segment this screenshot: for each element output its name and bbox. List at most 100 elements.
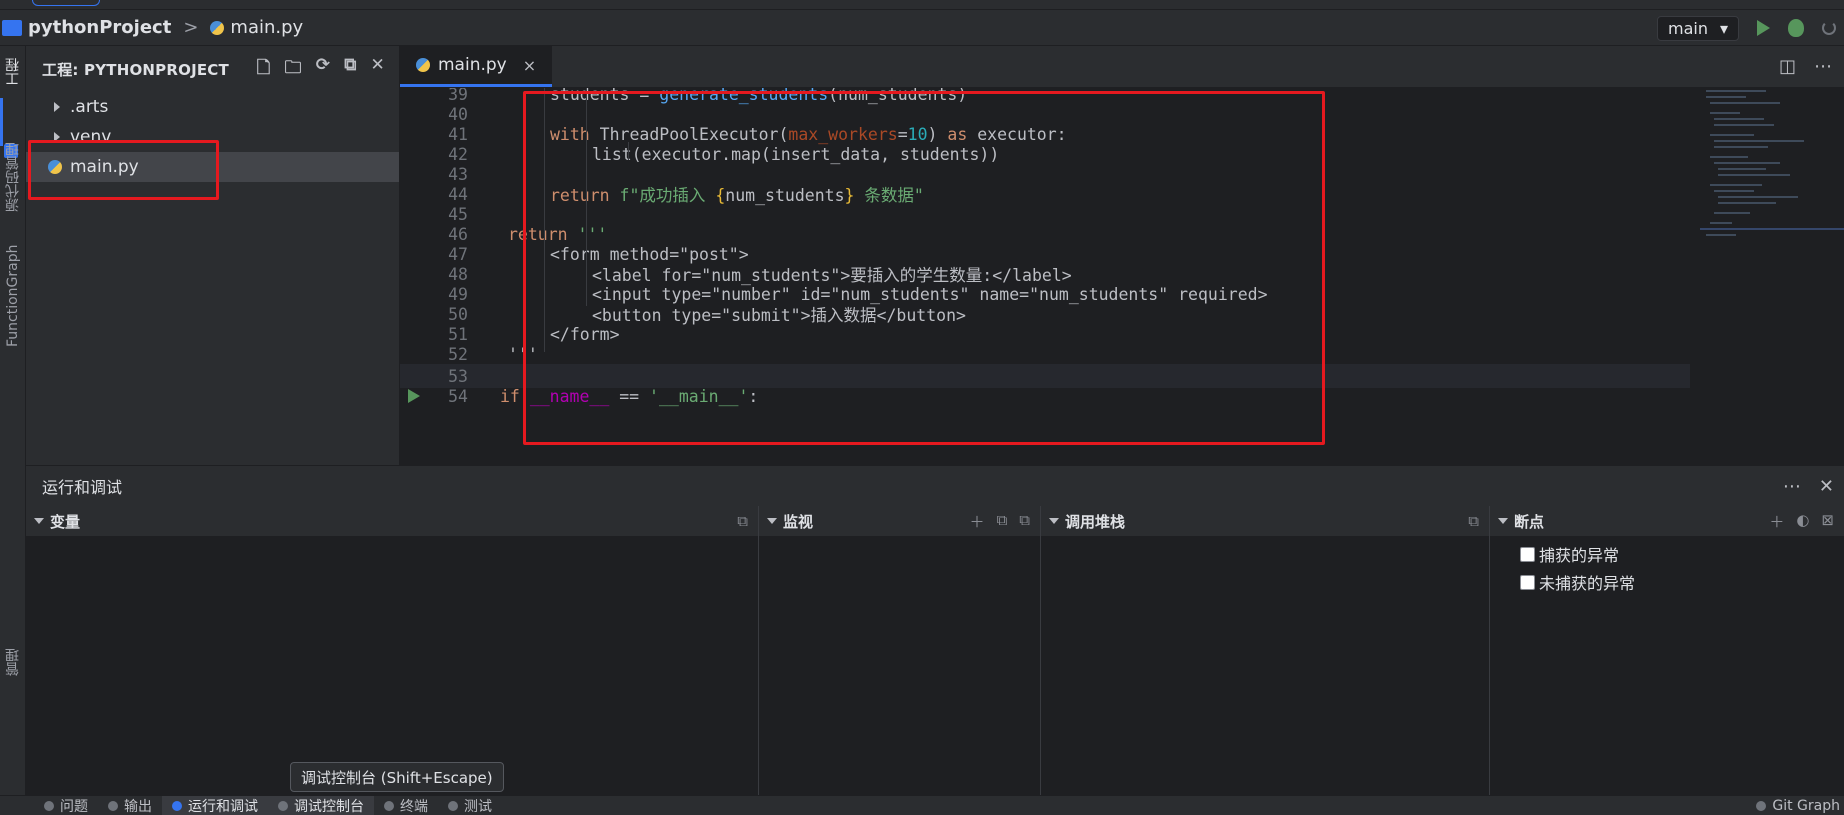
line-number: 46: [448, 224, 468, 244]
run-controls: main ▾: [1656, 10, 1844, 46]
activity-tab-vcs[interactable]: 源代码管理: [0, 122, 26, 232]
bottom-tab-run-debug[interactable]: 运行和调试: [162, 795, 268, 815]
debug-icon: [172, 800, 182, 811]
watch-pane: 监视 ＋ ⧉ ⧉: [759, 506, 1041, 796]
remove-all-icon[interactable]: ⊠: [1821, 511, 1834, 532]
git-graph-button[interactable]: Git Graph: [1756, 796, 1844, 815]
pane-title: 监视: [783, 512, 814, 531]
terminal-icon: [384, 800, 394, 811]
output-icon: [108, 800, 118, 811]
refresh-icon[interactable]: ⧉: [997, 511, 1008, 532]
bottom-tab-debug-console[interactable]: 调试控制台: [268, 795, 374, 815]
collapse-all-icon[interactable]: ⧉: [737, 512, 748, 530]
git-graph-icon: [1756, 801, 1767, 811]
pane-title: 断点: [1514, 512, 1545, 531]
activity-tab-project[interactable]: 工程: [0, 50, 26, 94]
breadcrumb-project[interactable]: pythonProject: [28, 17, 171, 38]
collapse-all-icon[interactable]: ⧉: [1019, 511, 1030, 532]
more-actions-icon[interactable]: ⋯: [1783, 476, 1801, 497]
code-text: return ''': [508, 224, 608, 244]
tree-item-arts[interactable]: .arts: [26, 92, 399, 122]
line-number: 43: [448, 164, 468, 184]
close-icon[interactable]: ✕: [1819, 476, 1834, 497]
breakpoints-header[interactable]: 断点 ＋ ◐ ⊠: [1490, 506, 1844, 536]
line-number: 49: [448, 284, 468, 304]
bottom-tab-label: 终端: [400, 798, 428, 815]
line-number: 44: [448, 184, 468, 204]
chevron-down-icon: [34, 518, 44, 524]
run-icon[interactable]: [1757, 20, 1770, 36]
breadcrumb-bar: pythonProject > main.py main ▾: [0, 10, 1844, 46]
close-icon[interactable]: ✕: [371, 55, 385, 84]
python-file-icon: [48, 160, 62, 174]
more-actions-icon[interactable]: ⋯: [1814, 56, 1832, 77]
bottom-tab-test[interactable]: 测试: [438, 796, 502, 815]
chevron-right-icon: [54, 132, 60, 142]
tab-close-icon[interactable]: ×: [523, 56, 536, 75]
add-icon[interactable]: ＋: [970, 511, 985, 532]
reload-icon[interactable]: [1822, 21, 1836, 35]
refresh-icon[interactable]: ⟳: [316, 55, 330, 84]
code-text: ''': [508, 344, 538, 364]
tree-item-venv[interactable]: venv: [26, 122, 399, 152]
run-gutter-icon[interactable]: [408, 389, 420, 403]
checkbox[interactable]: [1520, 546, 1535, 562]
tab-label: main.py: [438, 55, 507, 75]
add-icon[interactable]: ＋: [1769, 511, 1784, 532]
watch-header[interactable]: 监视 ＋ ⧉ ⧉: [759, 506, 1040, 536]
line-number: 51: [448, 324, 468, 344]
variables-header[interactable]: 变量 ⧉: [26, 506, 758, 536]
run-config-select[interactable]: main ▾: [1656, 15, 1739, 41]
top-tab-indicator[interactable]: [32, 0, 100, 6]
tab-main-py[interactable]: main.py ×: [400, 46, 553, 87]
new-file-icon[interactable]: 🗋: [257, 55, 271, 84]
editor-actions: ◫ ⋯: [1779, 46, 1844, 87]
git-graph-label: Git Graph: [1772, 798, 1840, 814]
line-number: 52: [448, 344, 468, 364]
problems-icon: [44, 800, 54, 811]
tree-item-label: main.py: [70, 157, 139, 177]
activity-tab-manage[interactable]: 管理: [0, 640, 26, 684]
bottom-tab-problems[interactable]: 问题: [34, 796, 98, 815]
breakpoint-uncaught-exceptions[interactable]: 未捕获的异常: [1490, 568, 1844, 596]
collapse-all-icon[interactable]: ⧉: [344, 55, 356, 84]
run-debug-panel: 运行和调试 ⋯ ✕ 变量 ⧉ 监视 ＋ ⧉ ⧉ 调用堆栈 ⧉ 断点 ＋ ◐ ⊠ 捕获的异常 未捕…: [26, 465, 1844, 796]
code-text: <form method="post">: [550, 244, 749, 264]
python-file-icon: [210, 20, 225, 35]
line-number: 45: [448, 204, 468, 224]
breakpoints-pane: 断点 ＋ ◐ ⊠ 捕获的异常 未捕获的异常: [1490, 506, 1844, 796]
minimap[interactable]: [1700, 88, 1844, 465]
bottom-tab-output[interactable]: 输出: [98, 796, 162, 815]
code-area[interactable]: 39 students = generate_students(num_stude…: [400, 88, 1690, 465]
tree-item-main-py[interactable]: main.py: [26, 152, 399, 182]
bottom-tab-terminal[interactable]: 终端: [374, 796, 438, 815]
chevron-down-icon: [1049, 518, 1059, 524]
call-stack-header[interactable]: 调用堆栈 ⧉: [1041, 506, 1489, 536]
bottom-tab-label: 输出: [124, 798, 152, 815]
split-editor-icon[interactable]: ◫: [1779, 56, 1796, 77]
breadcrumb-file[interactable]: main.py: [230, 17, 303, 38]
bottom-tab-label: 运行和调试: [188, 798, 258, 815]
chevron-down-icon: [1498, 518, 1508, 524]
line-number: 41: [448, 124, 468, 144]
toggle-breakpoints-icon[interactable]: ◐: [1796, 511, 1809, 532]
collapse-all-icon[interactable]: ⧉: [1468, 512, 1479, 530]
code-editor: main.py × ◫ ⋯ 39 students = generate_stud…: [400, 46, 1844, 465]
chevron-down-icon: [767, 518, 777, 524]
bottom-tab-label: 问题: [60, 798, 88, 815]
line-number: 42: [448, 144, 468, 164]
code-line: 54 if __name__ == '__main__':: [400, 384, 1690, 408]
window-top-strip: [0, 0, 1844, 10]
breadcrumb: pythonProject > main.py: [0, 17, 303, 38]
new-folder-icon[interactable]: 🗀: [285, 55, 302, 84]
activity-tab-functiongraph[interactable]: FunctionGraph: [0, 236, 26, 356]
checkbox[interactable]: [1520, 574, 1535, 590]
code-text: with ThreadPoolExecutor(max_workers=10) …: [550, 124, 1067, 144]
variables-pane: 变量 ⧉: [26, 506, 759, 796]
explorer-title: 工程: PYTHONPROJECT: [42, 60, 229, 79]
bottom-tool-bar: 问题 输出 运行和调试 调试控制台 终端 测试 Git Graph: [0, 795, 1844, 815]
debug-icon[interactable]: [1788, 19, 1804, 37]
breakpoint-caught-exceptions[interactable]: 捕获的异常: [1490, 540, 1844, 568]
line-number: 53: [448, 366, 468, 386]
python-file-icon: [416, 58, 430, 72]
